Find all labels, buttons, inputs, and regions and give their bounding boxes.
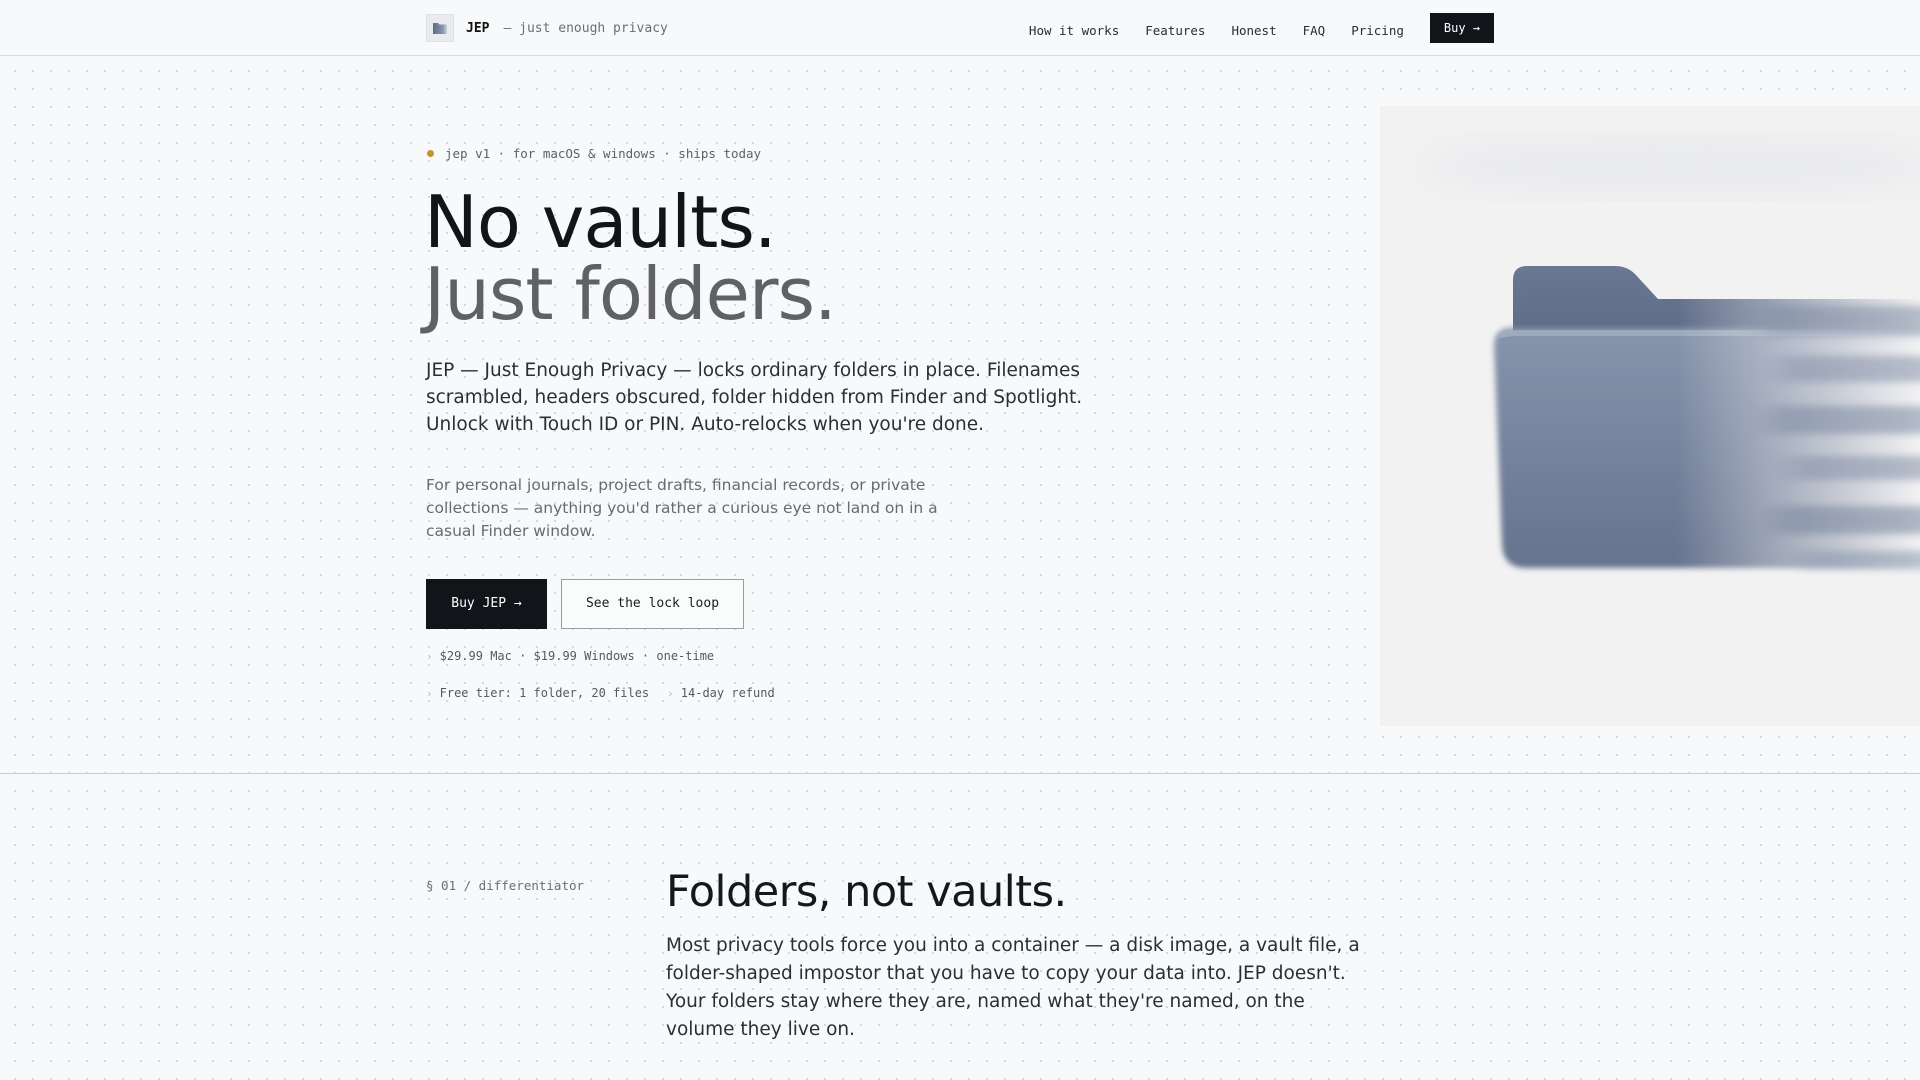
nav-link-how-it-works[interactable]: How it works (1029, 23, 1119, 38)
buy-jep-button[interactable]: Buy JEP → (426, 579, 547, 629)
hero-subtext: For personal journals, project drafts, f… (426, 476, 938, 540)
chevron-right-icon: › (667, 686, 674, 700)
hero-illustration (1380, 106, 1920, 726)
hero-lead: JEP — Just Enough Privacy — locks ordina… (426, 360, 1083, 435)
nav-link-pricing[interactable]: Pricing (1351, 23, 1404, 38)
folder-logo-icon (426, 14, 454, 42)
status-dot-icon (427, 150, 434, 157)
nav-link-honest[interactable]: Honest (1231, 23, 1276, 38)
section-title: Folders, not vaults. (666, 867, 1067, 917)
chevron-right-icon: › (426, 649, 433, 663)
free-tier-line: › Free tier: 1 folder, 20 files › 14-day… (426, 686, 775, 700)
brand-name: JEP (466, 20, 490, 36)
section-body: Most privacy tools force you into a cont… (666, 935, 1360, 1040)
section-divider (0, 773, 1920, 774)
blurred-folder-illustration (1420, 136, 1920, 569)
chevron-right-icon: › (426, 686, 433, 700)
hero-title: No vaults. Just folders. (424, 180, 837, 336)
free-tier-text: Free tier: 1 folder, 20 files (439, 686, 650, 700)
hero-title-line2: Just folders. (424, 252, 837, 336)
brand-tagline: — just enough privacy (503, 20, 668, 36)
hero-eyebrow-text: jep v1 · for macOS & windows · ships tod… (445, 146, 762, 161)
see-lock-loop-button[interactable]: See the lock loop (561, 579, 744, 629)
nav-link-faq[interactable]: FAQ (1303, 23, 1326, 38)
top-nav: JEP — just enough privacy How it works F… (0, 0, 1920, 56)
price-text: $29.99 Mac · $19.99 Windows · one-time (439, 649, 715, 663)
hero-eyebrow: jep v1 · for macOS & windows · ships tod… (426, 146, 761, 161)
price-line: › $29.99 Mac · $19.99 Windows · one-time (426, 649, 714, 663)
hero-title-line1: No vaults. (424, 180, 777, 264)
section-label: § 01 / differentiator (426, 878, 585, 893)
refund-text: 14-day refund (680, 686, 775, 700)
nav-buy-button[interactable]: Buy → (1429, 13, 1494, 43)
brand[interactable]: JEP — just enough privacy (426, 14, 668, 42)
nav-link-features[interactable]: Features (1145, 23, 1205, 38)
nav-links: How it works Features Honest FAQ Pricing… (1003, 13, 1494, 43)
